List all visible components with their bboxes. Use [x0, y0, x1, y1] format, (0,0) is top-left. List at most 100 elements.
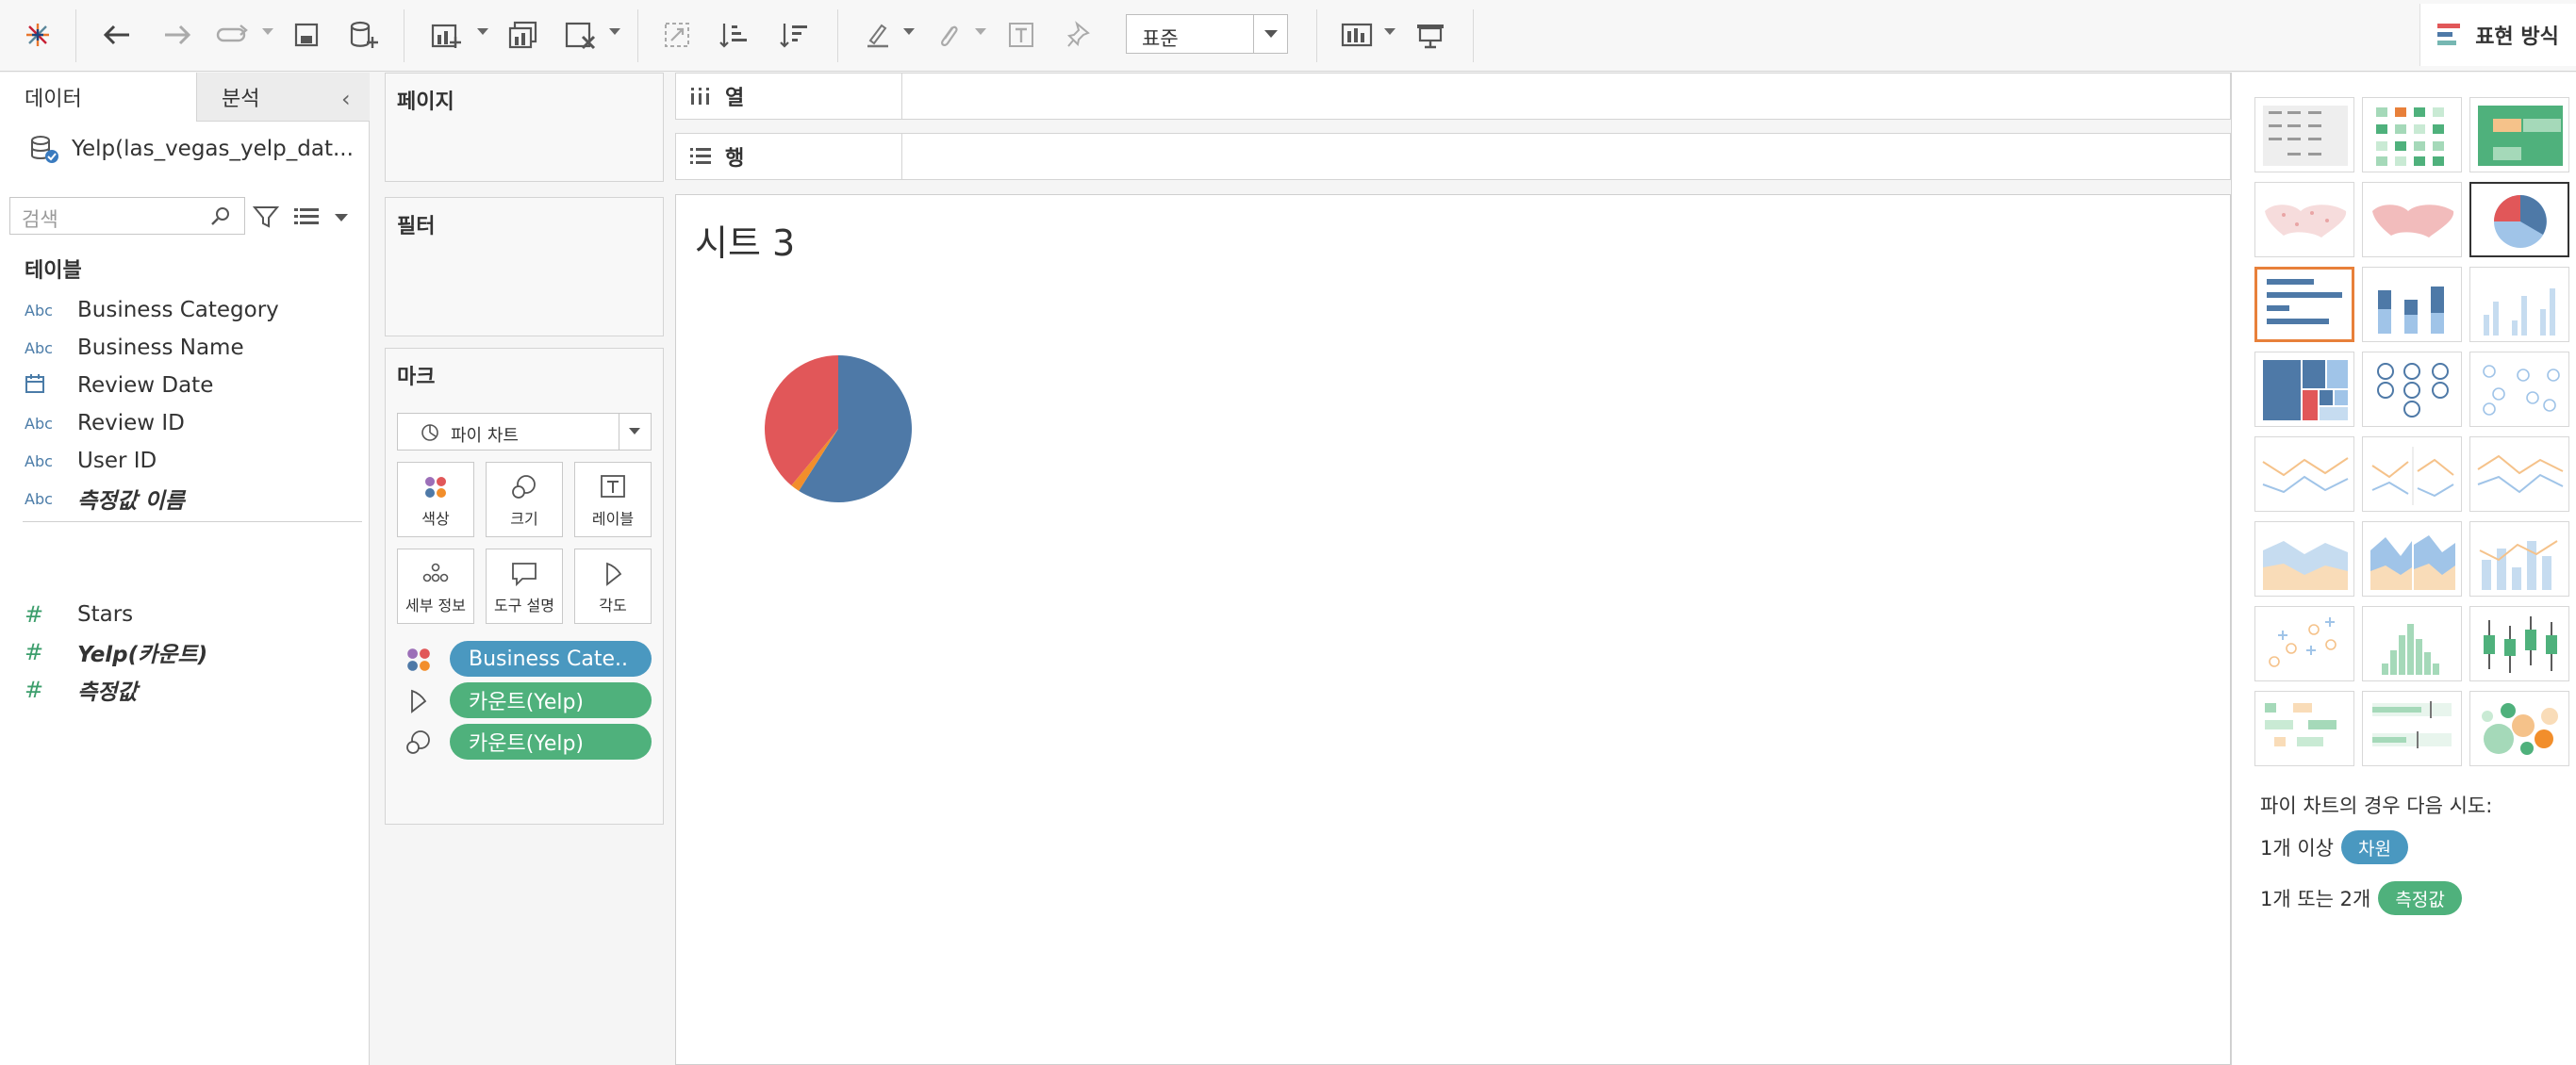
view-options-icon[interactable] — [294, 206, 321, 227]
mark-type-dropdown[interactable]: 파이 차트 — [397, 413, 652, 451]
string-type-icon: Abc — [25, 414, 53, 433]
hint-measures-text: 1개 또는 2개 — [2260, 888, 2371, 910]
datasource-item[interactable]: Yelp(las_vegas_yelp_dat... — [28, 133, 358, 165]
bullet-graph-thumb[interactable] — [2362, 691, 2462, 766]
field-yelp-count[interactable]: # Yelp(카운트) — [25, 633, 207, 671]
side-by-side-bars-thumb[interactable] — [2469, 267, 2569, 342]
filter-icon[interactable] — [253, 205, 279, 229]
business-category-pill[interactable]: Business Cate.. — [450, 641, 652, 677]
worksheet-view[interactable]: 시트 3 — [675, 194, 2231, 1065]
discrete-lines-thumb[interactable] — [2362, 436, 2462, 512]
replay-icon[interactable] — [209, 13, 256, 57]
save-icon[interactable] — [285, 13, 328, 57]
side-by-side-circles-thumb[interactable] — [2469, 352, 2569, 427]
pages-card[interactable]: 페이지 — [385, 73, 664, 182]
field-measure-values[interactable]: # 측정값 — [25, 671, 137, 709]
collapse-pane-icon[interactable]: ‹ — [341, 86, 351, 112]
show-me-button[interactable]: 표현 방식 — [2419, 4, 2576, 66]
text-table-thumb[interactable] — [2254, 97, 2354, 172]
tooltip-button[interactable]: 도구 설명 — [486, 549, 563, 624]
undo-icon[interactable] — [94, 13, 141, 57]
color-button[interactable]: 색상 — [397, 462, 474, 537]
field-business-category[interactable]: Abc Business Category — [25, 291, 279, 329]
heat-map-thumb[interactable] — [2362, 97, 2462, 172]
field-label: Review ID — [77, 411, 185, 435]
hint-measures: 1개 또는 2개 측정값 — [2260, 881, 2462, 915]
angle-button[interactable]: 각도 — [574, 549, 652, 624]
field-business-name[interactable]: Abc Business Name — [25, 329, 244, 367]
gantt-chart-thumb[interactable] — [2254, 691, 2354, 766]
group-members-icon[interactable] — [926, 13, 969, 57]
measure-badge: 측정값 — [2378, 881, 2462, 915]
field-review-id[interactable]: Abc Review ID — [25, 404, 185, 442]
pie-chart[interactable] — [763, 353, 914, 504]
dimension-badge: 차원 — [2341, 830, 2408, 864]
tableau-logo-icon[interactable] — [19, 13, 57, 57]
swap-rows-columns-icon[interactable] — [654, 13, 702, 57]
continuous-lines-thumb[interactable] — [2254, 436, 2354, 512]
clear-sheet-icon[interactable] — [556, 13, 603, 57]
packed-bubbles-thumb[interactable] — [2469, 691, 2569, 766]
chevron-down-icon — [1253, 15, 1287, 53]
count-yelp-angle-pill[interactable]: 카운트(Yelp) — [450, 682, 652, 718]
sort-ascending-icon[interactable] — [711, 13, 758, 57]
highlight-icon[interactable] — [854, 13, 901, 57]
show-me-pane: 파이 차트의 경우 다음 시도: 1개 이상 차원 1개 또는 2개 측정값 — [2231, 73, 2576, 1065]
columns-shelf[interactable]: 열 — [675, 73, 2231, 120]
detail-button[interactable]: 세부 정보 — [397, 549, 474, 624]
rows-shelf[interactable]: 행 — [675, 133, 2231, 180]
number-type-icon: # — [25, 677, 44, 703]
horizontal-bars-thumb[interactable] — [2254, 267, 2354, 342]
filters-card[interactable]: 필터 — [385, 197, 664, 336]
pie-chart-thumb[interactable] — [2469, 182, 2569, 257]
dual-combination-thumb[interactable] — [2469, 521, 2569, 597]
field-label: Business Name — [77, 336, 244, 360]
dual-lines-thumb[interactable] — [2469, 436, 2569, 512]
field-review-date[interactable]: Review Date — [25, 367, 213, 404]
sheet-title[interactable]: 시트 3 — [695, 214, 795, 266]
detail-label: 세부 정보 — [405, 597, 466, 614]
field-measure-names[interactable]: Abc 측정값 이름 — [25, 480, 185, 517]
fit-dropdown[interactable]: 표준 — [1126, 14, 1288, 54]
area-chart-continuous-thumb[interactable] — [2254, 521, 2354, 597]
new-datasource-icon[interactable] — [341, 13, 385, 57]
string-type-icon: Abc — [25, 489, 53, 508]
string-type-icon: Abc — [25, 338, 53, 357]
new-worksheet-icon[interactable] — [422, 13, 470, 57]
treemap-thumb[interactable] — [2254, 352, 2354, 427]
search-icon[interactable] — [209, 205, 232, 227]
angle-pill-row: 카운트(Yelp) — [405, 682, 652, 720]
sort-descending-icon[interactable] — [771, 13, 818, 57]
label-button[interactable]: 레이블 — [574, 462, 652, 537]
show-cards-icon[interactable] — [1333, 13, 1380, 57]
data-pane: 데이터 분석 ‹ Yelp(las_vegas_yelp_dat... 검색 테… — [0, 73, 370, 1065]
box-whisker-thumb[interactable] — [2469, 606, 2569, 681]
filters-title: 필터 — [397, 215, 436, 238]
pin-axes-icon[interactable] — [1058, 13, 1101, 57]
symbol-map-thumb[interactable] — [2254, 182, 2354, 257]
rows-icon — [690, 148, 711, 164]
tooltip-icon — [512, 563, 537, 587]
filled-map-thumb[interactable] — [2362, 182, 2462, 257]
text-label-icon — [601, 475, 625, 498]
hint-dimensions: 1개 이상 차원 — [2260, 830, 2408, 864]
duplicate-sheet-icon[interactable] — [500, 13, 547, 57]
show-labels-icon[interactable] — [999, 13, 1043, 57]
size-button[interactable]: 크기 — [486, 462, 563, 537]
highlight-table-thumb[interactable] — [2469, 97, 2569, 172]
count-yelp-size-pill[interactable]: 카운트(Yelp) — [450, 724, 652, 760]
stacked-bars-thumb[interactable] — [2362, 267, 2462, 342]
histogram-thumb[interactable] — [2362, 606, 2462, 681]
field-user-id[interactable]: Abc User ID — [25, 442, 157, 480]
columns-shelf-header: 열 — [676, 74, 902, 119]
redo-icon[interactable] — [153, 13, 200, 57]
fit-value: 표준 — [1142, 27, 1179, 50]
area-chart-discrete-thumb[interactable] — [2362, 521, 2462, 597]
circle-views-thumb[interactable] — [2362, 352, 2462, 427]
tab-data[interactable]: 데이터 — [0, 73, 196, 122]
presentation-mode-icon[interactable] — [1407, 13, 1454, 57]
field-stars[interactable]: # Stars — [25, 596, 133, 633]
scatter-plot-thumb[interactable] — [2254, 606, 2354, 681]
chevron-down-icon[interactable] — [335, 214, 348, 221]
field-label: Yelp(카운트) — [77, 643, 208, 667]
